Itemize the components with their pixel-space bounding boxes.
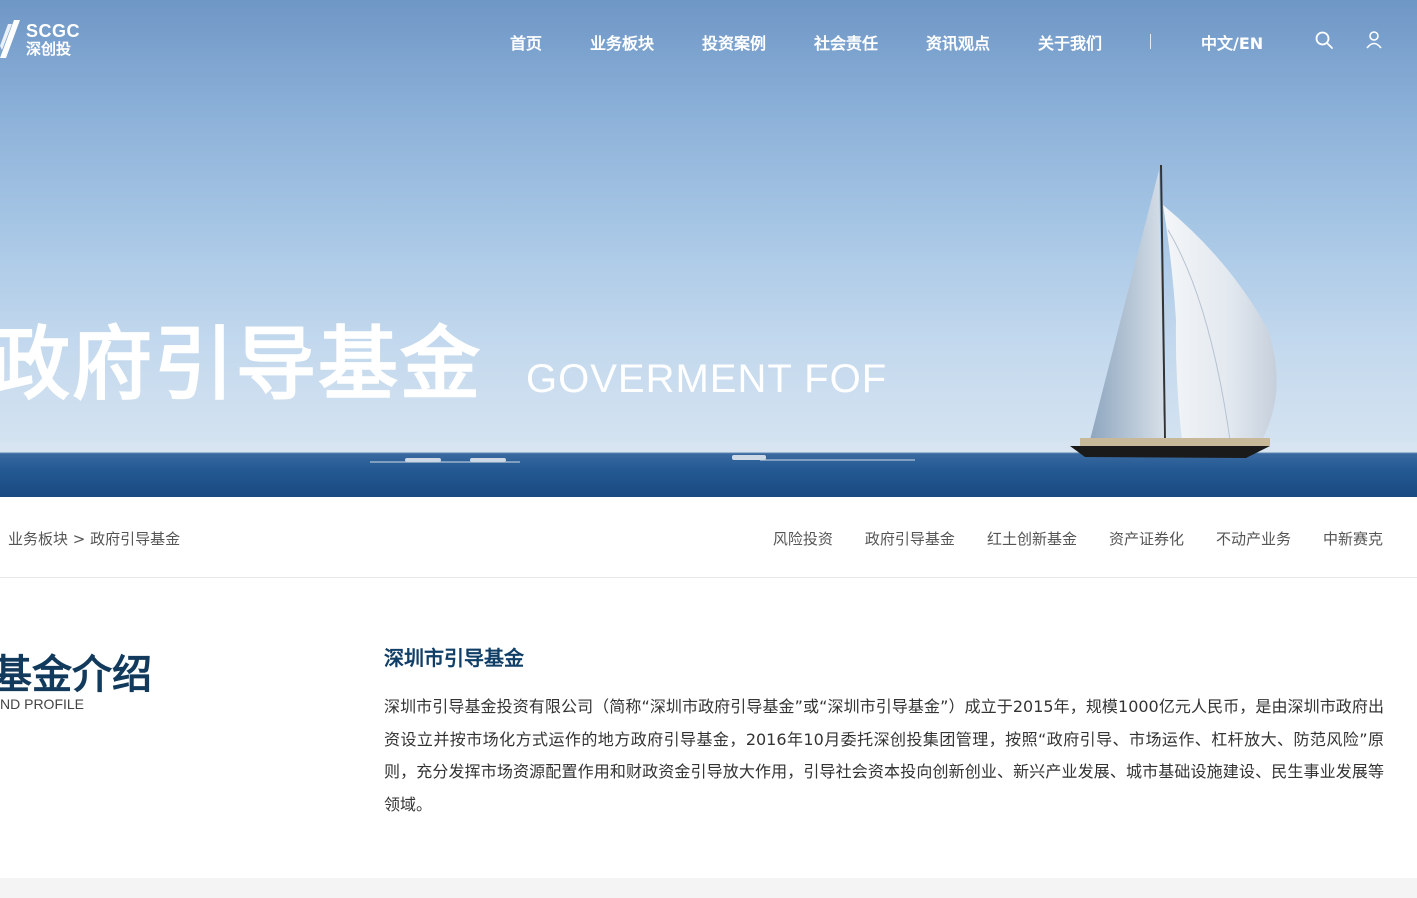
nav-divider <box>1150 34 1151 49</box>
hero-title-en: GOVERMENT FOF <box>526 357 888 401</box>
hero-banner: SCGC 深创投 首页 业务板块 投资案例 社会责任 资讯观点 关于我们 中文/… <box>0 0 1417 497</box>
hero-title-cn: 政府引导基金 <box>0 318 482 411</box>
user-icon[interactable] <box>1364 30 1384 50</box>
section-subtitle: ND PROFILE <box>0 696 85 712</box>
nav-about[interactable]: 关于我们 <box>1038 30 1102 54</box>
tab-securitization[interactable]: 资产证券化 <box>1109 528 1184 549</box>
breadcrumb-separator: > <box>72 530 86 548</box>
breadcrumb-current[interactable]: 政府引导基金 <box>90 530 180 548</box>
breadcrumb: 业务板块 > 政府引导基金 <box>8 528 180 549</box>
footer-band <box>0 878 1417 898</box>
nav-business[interactable]: 业务板块 <box>590 30 654 54</box>
sub-navigation-bar: 业务板块 > 政府引导基金 风险投资 政府引导基金 红土创新基金 资产证券化 不… <box>0 497 1417 578</box>
tab-hongtu-innovation[interactable]: 红土创新基金 <box>987 528 1077 549</box>
nav-cases[interactable]: 投资案例 <box>702 30 766 54</box>
fund-title: 深圳市引导基金 <box>384 646 524 670</box>
tab-venture-capital[interactable]: 风险投资 <box>773 528 833 549</box>
fund-description: 深圳市引导基金投资有限公司（简称“深圳市政府引导基金”或“深圳市引导基金”）成立… <box>384 697 1384 814</box>
hero-title: 政府引导基金 GOVERMENT FOF <box>0 300 887 416</box>
tab-government-fof[interactable]: 政府引导基金 <box>865 528 955 549</box>
main-nav: 首页 业务板块 投资案例 社会责任 资讯观点 关于我们 中文/EN <box>0 30 1417 54</box>
nav-responsibility[interactable]: 社会责任 <box>814 30 878 54</box>
tab-zhongxin-saike[interactable]: 中新赛克 <box>1323 528 1383 549</box>
fund-intro-section: 基金介绍 ND PROFILE 深圳市引导基金 深圳市引导基金投资有限公司（简称… <box>0 578 1417 878</box>
search-icon[interactable] <box>1314 30 1334 50</box>
sailboat-graphic <box>1070 164 1277 458</box>
business-tabs: 风险投资 政府引导基金 红土创新基金 资产证券化 不动产业务 中新赛克 <box>773 528 1383 549</box>
hero-background-image <box>0 164 1417 497</box>
nav-home[interactable]: 首页 <box>510 30 542 54</box>
tab-real-estate[interactable]: 不动产业务 <box>1216 528 1291 549</box>
language-switch[interactable]: 中文/EN <box>1201 30 1263 54</box>
breadcrumb-parent[interactable]: 业务板块 <box>8 530 68 548</box>
section-title: 基金介绍 <box>0 652 152 698</box>
nav-news[interactable]: 资讯观点 <box>926 30 990 54</box>
